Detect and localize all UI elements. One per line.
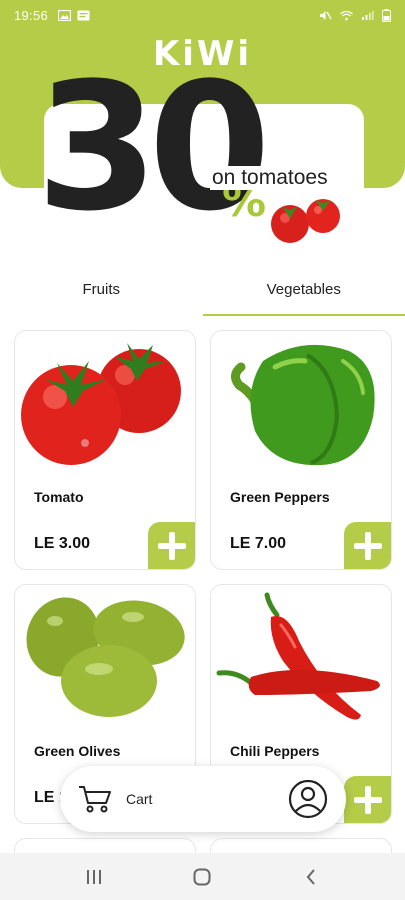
add-to-cart-button[interactable] <box>344 522 391 569</box>
promo-text: on tomatoes <box>210 166 330 190</box>
product-price: LE 3.00 <box>34 535 91 552</box>
status-bar: 19:56 <box>0 0 405 30</box>
cart-bar[interactable]: Cart <box>60 766 346 832</box>
tab-vegetables[interactable]: Vegetables <box>202 270 405 316</box>
message-icon <box>77 10 90 20</box>
product-name: Green Peppers <box>230 489 330 505</box>
product-name: Green Olives <box>34 743 121 759</box>
cart-label: Cart <box>126 791 153 807</box>
product-card-green-peppers[interactable]: Green Peppers LE 7.00 <box>210 330 392 570</box>
home-icon <box>193 868 211 885</box>
recent-apps-button[interactable] <box>79 862 109 892</box>
category-tabs: Fruits Vegetables <box>0 270 405 316</box>
product-price: LE 7.00 <box>230 535 287 552</box>
plus-icon <box>158 532 186 560</box>
green-olives-image <box>26 597 185 717</box>
promo-tomatoes-image <box>271 199 340 243</box>
tomato-image <box>21 343 181 465</box>
plus-icon <box>354 532 382 560</box>
plus-icon <box>354 786 382 814</box>
add-to-cart-button[interactable] <box>344 776 391 823</box>
mute-icon <box>320 10 332 20</box>
recent-apps-icon <box>87 869 102 884</box>
cart-icon <box>79 786 111 813</box>
back-icon <box>306 868 315 885</box>
battery-icon <box>382 8 391 22</box>
status-time: 19:56 <box>14 7 49 23</box>
back-button[interactable] <box>296 862 326 892</box>
app-screen: 19:56 KiWi 30 % on tomatoes Fruits Veget… <box>0 0 405 900</box>
product-name: Chili Peppers <box>230 743 320 759</box>
chili-peppers-image <box>216 592 380 720</box>
product-name: Tomato <box>34 489 84 505</box>
system-nav-bar <box>0 853 405 900</box>
green-pepper-image <box>231 344 375 466</box>
profile-icon[interactable] <box>288 779 328 819</box>
product-card-tomato[interactable]: Tomato LE 3.00 <box>14 330 196 570</box>
add-to-cart-button[interactable] <box>148 522 195 569</box>
tab-fruits[interactable]: Fruits <box>0 270 203 316</box>
wifi-icon <box>340 10 353 20</box>
home-button[interactable] <box>187 862 217 892</box>
image-icon <box>58 9 72 21</box>
signal-icon <box>362 10 374 20</box>
